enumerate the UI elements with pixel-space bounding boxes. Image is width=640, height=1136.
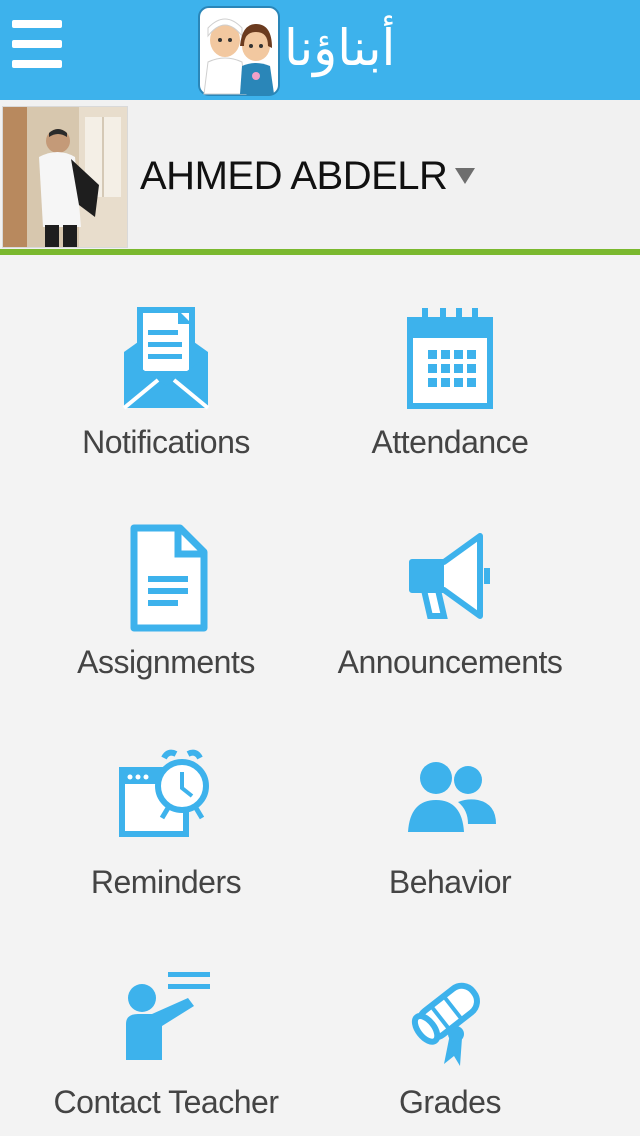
menu-item-behavior[interactable]: Behavior [300, 744, 600, 944]
diploma-scroll-icon [411, 982, 480, 1066]
people-icon [408, 762, 496, 832]
menu-item-contact-teacher[interactable]: Contact Teacher [16, 964, 316, 1136]
student-selector[interactable]: AHMED ABDELR [140, 148, 476, 204]
menu-item-assignments[interactable]: Assignments [16, 524, 316, 724]
menu-label-reminders: Reminders [90, 864, 242, 900]
megaphone-icon [409, 533, 490, 619]
menu-label-behavior: Behavior [388, 864, 512, 900]
student-name: AHMED ABDELR [140, 153, 448, 198]
menu-label-grades: Grades [399, 1084, 501, 1120]
menu-item-reminders[interactable]: Reminders [16, 744, 316, 944]
menu-label-notifications: Notifications [82, 424, 250, 460]
envelope-document-icon [122, 307, 210, 410]
menu-label-attendance: Attendance [371, 424, 529, 460]
teacher-board-icon [126, 972, 210, 1060]
menu-label-assignments: Assignments [77, 644, 255, 680]
student-photo [2, 106, 128, 248]
two-children-logo-icon [198, 6, 280, 96]
document-icon [130, 524, 208, 632]
app-name: أبناؤنا [284, 19, 396, 77]
top-bar: أبناؤنا [0, 0, 640, 100]
calendar-icon [407, 308, 493, 409]
menu-label-announcements: Announcements [337, 644, 563, 680]
student-photo-image [3, 107, 127, 247]
caret-down-icon [455, 168, 476, 184]
profile-divider [0, 249, 640, 255]
menu-item-attendance[interactable]: Attendance [300, 304, 600, 504]
alarm-clock-icon [119, 749, 209, 837]
app-logo: أبناؤنا [198, 6, 418, 96]
menu-item-notifications[interactable]: Notifications [16, 304, 316, 504]
hamburger-menu-icon[interactable] [12, 20, 64, 72]
menu-label-contact-teacher: Contact Teacher [53, 1084, 279, 1120]
app-screen: أبناؤنا AHMED ABDELR Notifications Atten… [0, 0, 640, 1136]
menu-item-announcements[interactable]: Announcements [300, 524, 600, 724]
menu-item-grades[interactable]: Grades [300, 964, 600, 1136]
